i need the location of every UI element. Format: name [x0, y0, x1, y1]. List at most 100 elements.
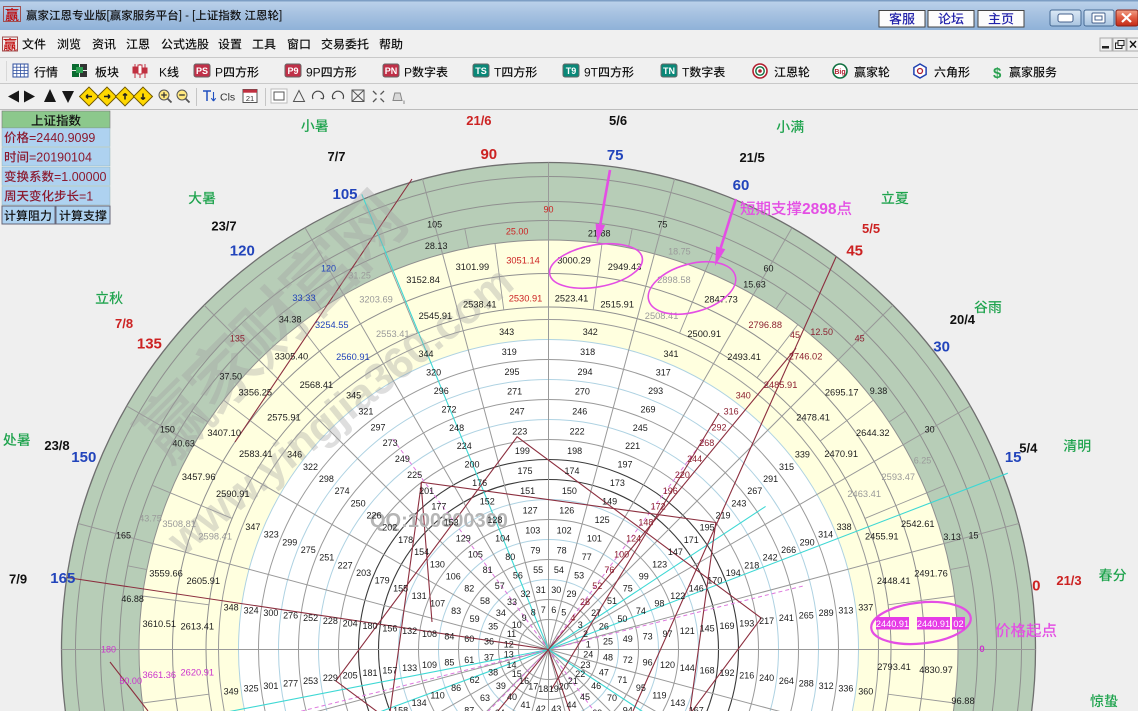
svg-text:277: 277: [283, 678, 298, 688]
svg-text:102: 102: [557, 526, 572, 536]
svg-text:55: 55: [533, 565, 543, 575]
svg-text:101: 101: [587, 534, 602, 544]
svg-text:169: 169: [719, 621, 734, 631]
svg-text:45: 45: [855, 333, 865, 343]
svg-text:120: 120: [321, 263, 336, 273]
svg-text:205: 205: [343, 671, 358, 681]
svg-text:18: 18: [538, 684, 548, 694]
svg-text:265: 265: [799, 611, 814, 621]
svg-text:109: 109: [422, 660, 437, 670]
svg-text:217: 217: [759, 616, 774, 626]
svg-text:31.25: 31.25: [348, 271, 371, 281]
svg-text:79: 79: [530, 545, 540, 555]
svg-text:133: 133: [402, 663, 417, 673]
svg-text:25.00: 25.00: [506, 227, 529, 237]
svg-text:219: 219: [715, 511, 730, 521]
svg-text:71: 71: [617, 675, 627, 685]
svg-text:220: 220: [675, 470, 690, 480]
svg-text:5: 5: [561, 608, 566, 618]
svg-text:288: 288: [799, 678, 814, 688]
svg-text:36: 36: [484, 637, 494, 647]
svg-text:33: 33: [507, 597, 517, 607]
svg-text:104: 104: [495, 534, 510, 544]
svg-text:200: 200: [464, 460, 479, 470]
svg-text:80: 80: [505, 552, 515, 562]
svg-text:248: 248: [449, 423, 464, 433]
svg-text:273: 273: [383, 438, 398, 448]
svg-text:179: 179: [375, 576, 390, 586]
svg-text:5/6: 5/6: [609, 113, 627, 128]
svg-text:269: 269: [640, 404, 655, 414]
svg-text:25: 25: [603, 637, 613, 647]
svg-text:226: 226: [366, 511, 381, 521]
svg-text:02: 02: [953, 619, 963, 629]
svg-text:176: 176: [472, 478, 487, 488]
svg-text:85: 85: [444, 658, 454, 668]
svg-text:3661.36: 3661.36: [142, 670, 176, 680]
svg-text:204: 204: [343, 618, 358, 628]
svg-text:40: 40: [507, 692, 517, 702]
svg-text:2542.61: 2542.61: [901, 519, 935, 529]
svg-text:240: 240: [759, 673, 774, 683]
svg-text:198: 198: [567, 446, 582, 456]
svg-text:156: 156: [382, 624, 397, 634]
svg-text:276: 276: [283, 611, 298, 621]
svg-text:3407.10: 3407.10: [207, 428, 241, 438]
svg-text:21/3: 21/3: [1056, 573, 1081, 588]
svg-text:83: 83: [451, 606, 461, 616]
svg-text:35: 35: [488, 622, 498, 632]
svg-text:11: 11: [507, 629, 516, 639]
svg-text:31: 31: [536, 585, 546, 595]
svg-text:29: 29: [566, 589, 576, 599]
svg-text:44: 44: [566, 700, 576, 710]
svg-text:30: 30: [551, 585, 561, 595]
svg-text:119: 119: [652, 690, 666, 700]
svg-text:348: 348: [224, 603, 239, 613]
svg-text:173: 173: [610, 478, 625, 488]
svg-text:53: 53: [574, 571, 584, 581]
svg-text:2485.91: 2485.91: [764, 380, 798, 390]
svg-text:=20190104: =20190104: [29, 151, 92, 165]
svg-text:58: 58: [480, 596, 490, 606]
svg-text:243: 243: [731, 498, 746, 508]
svg-text:2695.17: 2695.17: [825, 387, 859, 397]
svg-text:321: 321: [358, 407, 373, 417]
svg-text:2493.41: 2493.41: [727, 352, 761, 362]
svg-text:2796.88: 2796.88: [748, 320, 782, 330]
svg-text:=1.00000: =1.00000: [54, 170, 107, 184]
svg-text:28.13: 28.13: [425, 241, 448, 251]
svg-text:244: 244: [687, 454, 702, 464]
svg-text:9: 9: [522, 613, 527, 623]
svg-text:228: 228: [323, 616, 338, 626]
svg-text:87: 87: [464, 705, 474, 711]
svg-text:103: 103: [525, 526, 540, 536]
svg-text:323: 323: [264, 530, 279, 540]
svg-text:242: 242: [763, 553, 778, 563]
svg-text:2553.41: 2553.41: [376, 329, 410, 339]
svg-text:2746.02: 2746.02: [789, 351, 823, 361]
svg-text:167: 167: [689, 706, 704, 711]
svg-text:129: 129: [456, 533, 471, 543]
svg-text:289: 289: [819, 608, 834, 618]
svg-text:96.88: 96.88: [951, 696, 974, 706]
svg-text:63: 63: [480, 693, 490, 703]
svg-text:170: 170: [707, 576, 722, 586]
svg-text:P9: P9: [287, 66, 298, 76]
svg-text:180: 180: [101, 645, 116, 655]
svg-text:135: 135: [230, 333, 245, 343]
svg-text:3.13: 3.13: [943, 532, 961, 542]
svg-text:P: P: [404, 66, 412, 80]
svg-text:28: 28: [580, 597, 590, 607]
svg-text:143: 143: [670, 698, 685, 708]
svg-text:43.75: 43.75: [139, 514, 162, 524]
svg-text:K: K: [159, 66, 167, 80]
svg-text:TS: TS: [475, 66, 487, 76]
svg-text:293: 293: [648, 386, 663, 396]
svg-text:177: 177: [431, 502, 446, 512]
svg-text:124: 124: [626, 533, 641, 543]
svg-text:316: 316: [724, 407, 739, 417]
svg-text:3508.81: 3508.81: [162, 519, 196, 529]
svg-text:2575.91: 2575.91: [267, 412, 301, 422]
svg-text:42: 42: [536, 704, 546, 711]
svg-text:90: 90: [480, 146, 497, 163]
